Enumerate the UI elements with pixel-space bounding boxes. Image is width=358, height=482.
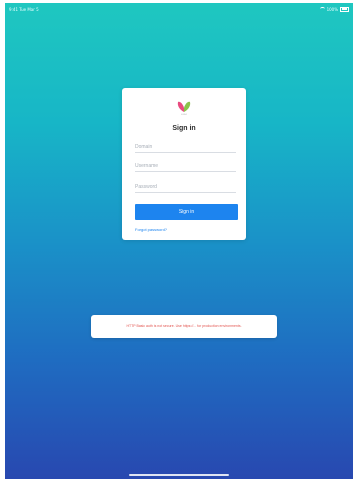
password-field[interactable]: Password <box>135 182 236 193</box>
page-title: Sign in <box>172 125 196 132</box>
warning-text: HTTP Basic auth is not secure. Use https… <box>126 324 242 328</box>
domain-field[interactable]: Domain <box>135 142 236 153</box>
logo-text: LOGO <box>181 114 187 116</box>
home-indicator[interactable] <box>129 474 229 476</box>
device-screen: 9:41 Tue Mar 5 100% LOGO Sign in Domain … <box>5 3 353 479</box>
battery-icon <box>340 6 349 12</box>
username-field[interactable]: Username <box>135 161 236 172</box>
butterfly-logo-icon <box>177 101 191 112</box>
status-time: 9:41 Tue Mar 5 <box>9 6 39 12</box>
sign-in-button[interactable]: Sign in <box>135 204 238 220</box>
status-bar: 9:41 Tue Mar 5 100% <box>9 5 349 13</box>
security-warning-banner: HTTP Basic auth is not secure. Use https… <box>91 315 277 338</box>
wifi-icon <box>319 7 325 11</box>
status-indicators: 100% <box>319 6 349 12</box>
login-card: LOGO Sign in Domain Username Password Si… <box>122 88 246 240</box>
forgot-password-link[interactable]: Forgot password? <box>135 227 167 232</box>
battery-percent: 100% <box>326 6 338 12</box>
